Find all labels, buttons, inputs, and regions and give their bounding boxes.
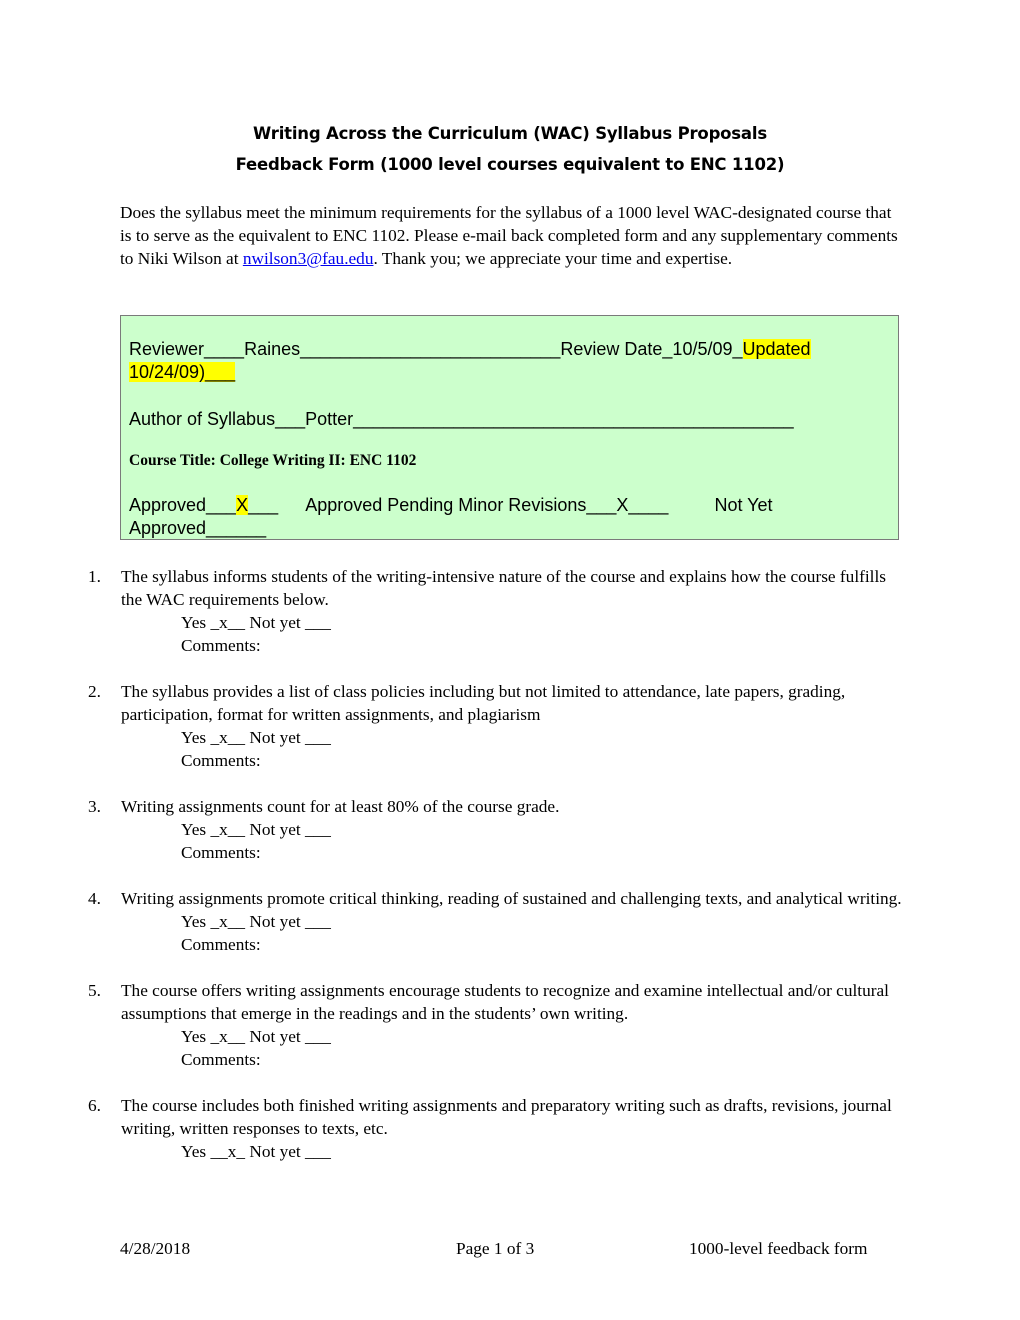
criterion-answer: Yes _x__ Not yet ___ — [181, 728, 331, 747]
criterion-comments: Comments: — [181, 843, 261, 862]
criterion-item: 4. Writing assignments promote critical … — [88, 887, 908, 956]
course-title: Course Title: College Writing II: ENC 11… — [129, 452, 417, 469]
criterion-text: The course includes both finished writin… — [121, 1096, 892, 1138]
criterion-item: 2. The syllabus provides a list of class… — [88, 680, 908, 772]
author-line: Author of Syllabus___Potter_____________… — [129, 409, 794, 429]
title-line-1: Writing Across the Curriculum (WAC) Syll… — [253, 124, 767, 143]
criterion-comments: Comments: — [181, 751, 261, 770]
criterion-answer: Yes __x_ Not yet ___ — [181, 1142, 331, 1161]
criterion-number: 3. — [88, 797, 101, 816]
criterion-number: 6. — [88, 1096, 101, 1115]
reviewer-line: Reviewer____Raines______________________… — [129, 338, 894, 384]
footer-date: 4/28/2018 — [120, 1239, 191, 1258]
criterion-item: 1. The syllabus informs students of the … — [88, 565, 908, 657]
criterion-number: 2. — [88, 682, 101, 701]
document-page: Writing Across the Curriculum (WAC) Syll… — [0, 0, 1020, 1320]
email-link[interactable]: nwilson3@fau.edu — [243, 249, 374, 268]
criteria-list: 1. The syllabus informs students of the … — [88, 565, 908, 1186]
reviewer-text: Reviewer____Raines______________________… — [129, 339, 743, 359]
criterion-text: The syllabus provides a list of class po… — [121, 682, 846, 724]
footer-page-number: Page 1 of 3 — [456, 1239, 535, 1258]
criterion-answer: Yes _x__ Not yet ___ — [181, 1027, 331, 1046]
intro-text-end: . Thank you; we appreciate your time and… — [373, 249, 733, 268]
footer-doc-name: 1000-level feedback form — [689, 1239, 868, 1258]
criterion-text: The syllabus informs students of the wri… — [121, 567, 886, 609]
pending-revisions: Approved Pending Minor Revisions___X____ — [305, 495, 669, 515]
criterion-comments: Comments: — [181, 935, 261, 954]
criterion-item: 6. The course includes both finished wri… — [88, 1094, 908, 1163]
approved-tail: ___ — [248, 495, 279, 515]
approved-mark: X — [236, 495, 249, 515]
criterion-number: 4. — [88, 889, 101, 908]
intro-paragraph: Does the syllabus meet the minimum requi… — [120, 201, 900, 270]
criterion-text: The course offers writing assignments en… — [121, 981, 889, 1023]
review-box: Reviewer____Raines______________________… — [120, 315, 899, 540]
criterion-comments: Comments: — [181, 1050, 261, 1069]
title-line-2: Feedback Form (1000 level courses equiva… — [235, 155, 785, 174]
criterion-answer: Yes _x__ Not yet ___ — [181, 613, 331, 632]
approved-label: Approved___ — [129, 495, 237, 515]
criterion-text: Writing assignments promote critical thi… — [121, 889, 902, 908]
approval-line: Approved___X___ Approved Pending Minor R… — [129, 494, 889, 540]
criterion-number: 5. — [88, 981, 101, 1000]
criterion-answer: Yes _x__ Not yet ___ — [181, 820, 331, 839]
criterion-item: 5. The course offers writing assignments… — [88, 979, 908, 1071]
criterion-text: Writing assignments count for at least 8… — [121, 797, 560, 816]
criterion-number: 1. — [88, 567, 101, 586]
criterion-item: 3. Writing assignments count for at leas… — [88, 795, 908, 864]
criterion-comments: Comments: — [181, 636, 261, 655]
criterion-answer: Yes _x__ Not yet ___ — [181, 912, 331, 931]
